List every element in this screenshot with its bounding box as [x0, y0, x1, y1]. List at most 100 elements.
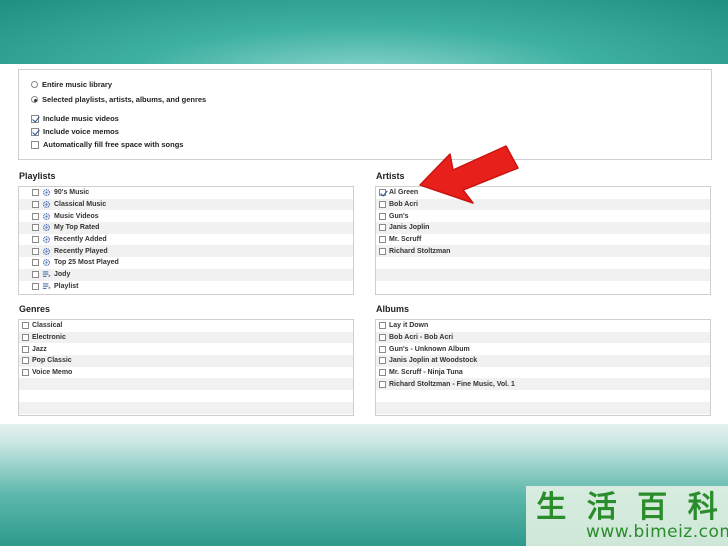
album-label: Richard Stoltzman - Fine Music, Vol. 1 [389, 380, 515, 388]
album-label: Gun's - Unknown Album [389, 345, 470, 353]
gear-icon [42, 212, 51, 220]
gear-icon [42, 247, 51, 255]
album-row[interactable]: Janis Joplin at Woodstock [376, 355, 710, 367]
playlist-label: Top 25 Most Played [54, 259, 119, 267]
selected-items-label: Selected playlists, artists, albums, and… [42, 95, 207, 104]
artist-label: Mr. Scruff [389, 236, 422, 244]
selected-items-option[interactable]: Selected playlists, artists, albums, and… [31, 93, 206, 106]
artist-row[interactable]: Richard Stoltzman [376, 245, 710, 258]
gear-icon [42, 189, 51, 197]
empty-row [19, 378, 353, 391]
genre-row[interactable]: Jazz [19, 343, 353, 355]
artist-row[interactable]: Janis Joplin [376, 222, 710, 234]
playlist-checkbox[interactable] [32, 224, 39, 232]
empty-row [19, 390, 353, 402]
album-label: Mr. Scruff - Ninja Tuna [389, 369, 463, 377]
genre-label: Electronic [32, 334, 66, 342]
playlist-label: Playlist [54, 282, 79, 290]
playlist-label: Classical Music [54, 201, 107, 209]
artist-label: Richard Stoltzman [389, 247, 451, 255]
playlist-row[interactable]: Playlist [19, 281, 353, 293]
album-checkbox[interactable] [379, 345, 386, 353]
genre-checkbox[interactable] [22, 345, 29, 353]
genre-checkbox[interactable] [22, 322, 29, 330]
album-row[interactable]: Mr. Scruff - Ninja Tuna [376, 367, 710, 379]
artist-label: Al Green [389, 189, 419, 197]
genre-checkbox[interactable] [22, 357, 29, 365]
artist-checkbox[interactable] [379, 212, 386, 220]
playlist-row[interactable]: 90's Music [19, 187, 353, 199]
playlist-row[interactable]: My Top Rated [19, 222, 353, 234]
artist-checkbox[interactable] [379, 247, 386, 255]
albums-heading: Albums [376, 304, 410, 314]
artist-label: Bob Acri [389, 201, 418, 209]
playlist-label: Recently Added [54, 236, 107, 244]
playlist-checkbox[interactable] [32, 282, 39, 290]
genre-row[interactable]: Electronic [19, 331, 353, 344]
album-checkbox[interactable] [379, 369, 386, 377]
entire-library-option[interactable]: Entire music library [31, 78, 112, 91]
autofill-checkbox[interactable] [31, 140, 39, 149]
gear-icon [42, 201, 51, 209]
album-checkbox[interactable] [379, 380, 386, 388]
playlist-row[interactable]: Jody [19, 268, 353, 281]
playlist-row[interactable]: Recently Added [19, 234, 353, 246]
gear-icon [42, 236, 51, 244]
playlist-checkbox[interactable] [32, 212, 39, 220]
album-label: Bob Acri - Bob Acri [389, 334, 454, 342]
watermark-logo: 生 活 百 科 www.bimeiz.com [526, 486, 728, 546]
genre-checkbox[interactable] [22, 369, 29, 377]
playlist-checkbox[interactable] [32, 236, 39, 244]
playlists-list[interactable]: 90's Music Classical Music Music Videos … [18, 186, 354, 295]
include-videos-option[interactable]: Include music videos [31, 112, 119, 125]
genre-label: Jazz [32, 345, 47, 353]
artist-row[interactable]: Gun's [376, 210, 710, 222]
genre-row[interactable]: Voice Memo [19, 367, 353, 379]
entire-library-label: Entire music library [42, 80, 113, 89]
album-row[interactable]: Lay it Down [376, 320, 710, 332]
autofill-option[interactable]: Automatically fill free space with songs [31, 138, 183, 151]
album-row[interactable]: Bob Acri - Bob Acri [376, 331, 710, 344]
album-label: Janis Joplin at Woodstock [389, 357, 478, 365]
genre-row[interactable]: Pop Classic [19, 355, 353, 367]
album-checkbox[interactable] [379, 357, 386, 365]
album-row[interactable]: Gun's - Unknown Album [376, 343, 710, 355]
include-memos-option[interactable]: Include voice memos [31, 125, 119, 138]
gear-icon [42, 259, 51, 267]
playlist-row[interactable]: Classical Music [19, 198, 353, 211]
include-memos-label: Include voice memos [43, 127, 119, 136]
artist-row[interactable]: Mr. Scruff [376, 234, 710, 246]
include-memos-checkbox[interactable] [31, 127, 39, 136]
watermark-char: 百 [637, 490, 668, 525]
playlist-checkbox[interactable] [32, 247, 39, 255]
playlist-checkbox[interactable] [32, 259, 39, 267]
playlist-checkbox[interactable] [32, 271, 39, 279]
playlist-row[interactable]: Music Videos [19, 210, 353, 222]
album-checkbox[interactable] [379, 322, 386, 330]
entire-library-radio[interactable] [31, 81, 38, 88]
album-label: Lay it Down [389, 322, 429, 330]
playlist-label: Recently Played [54, 247, 108, 255]
genres-list[interactable]: Classical Electronic Jazz Pop Classic Vo… [18, 319, 354, 416]
include-videos-checkbox[interactable] [31, 114, 39, 123]
playlist-checkbox[interactable] [32, 201, 39, 209]
genre-row[interactable]: Classical [19, 320, 353, 332]
playlist-icon [42, 271, 51, 278]
watermark-char: 活 [586, 490, 617, 525]
selected-items-radio[interactable] [31, 96, 38, 103]
artist-checkbox[interactable] [379, 224, 386, 232]
albums-list[interactable]: Lay it Down Bob Acri - Bob Acri Gun's - … [375, 319, 711, 416]
gear-icon [42, 224, 51, 232]
artist-checkbox[interactable] [379, 201, 386, 209]
artist-checkbox[interactable] [379, 236, 386, 244]
header-banner [0, 0, 728, 64]
playlist-label: 90's Music [54, 189, 90, 197]
genre-checkbox[interactable] [22, 334, 29, 342]
album-row[interactable]: Richard Stoltzman - Fine Music, Vol. 1 [376, 378, 710, 391]
artist-checkbox[interactable] [379, 189, 386, 197]
playlist-checkbox[interactable] [32, 189, 39, 197]
empty-row [376, 281, 710, 293]
playlist-row[interactable]: Top 25 Most Played [19, 257, 353, 269]
playlist-row[interactable]: Recently Played [19, 245, 353, 258]
album-checkbox[interactable] [379, 334, 386, 342]
